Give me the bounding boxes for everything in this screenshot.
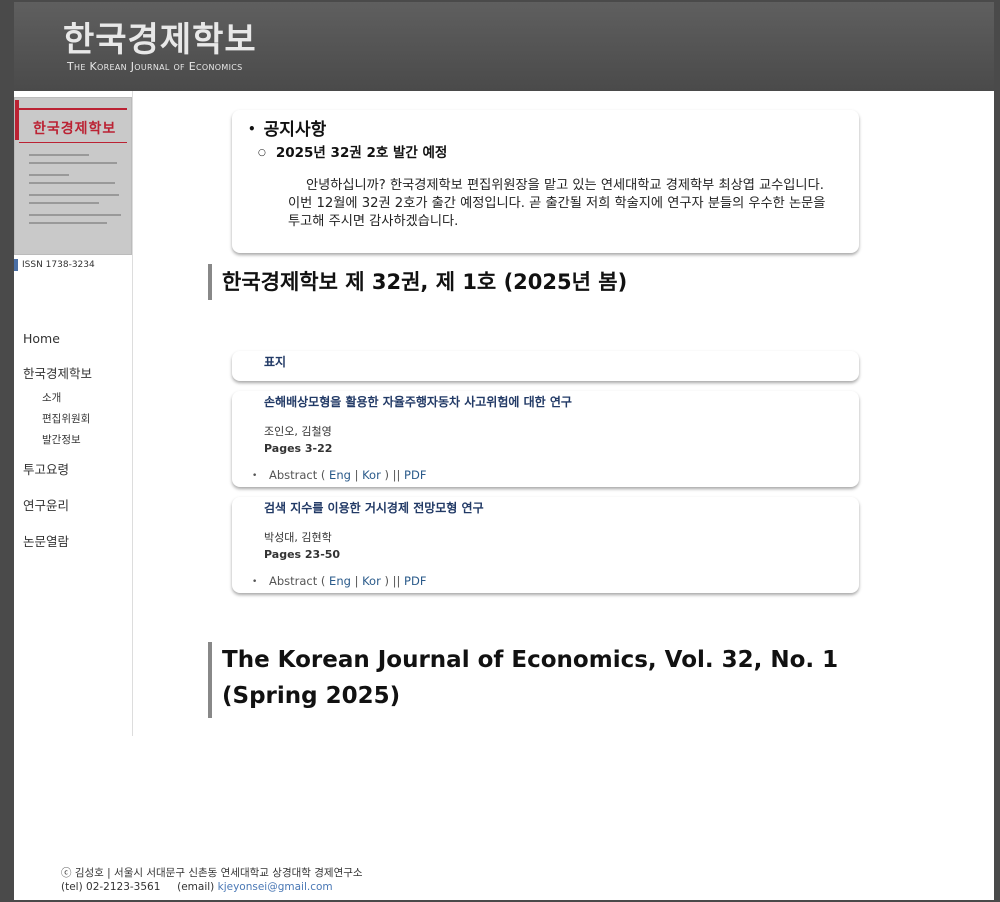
cover-text-line bbox=[29, 182, 115, 184]
abstract-eng-link[interactable]: Eng bbox=[329, 574, 351, 588]
logo-en-word: Korean bbox=[89, 60, 131, 73]
nav-intro[interactable]: 소개 bbox=[42, 390, 92, 405]
paper-pages: Pages 23-50 bbox=[264, 548, 341, 561]
footer-address: ⓒ 김성호 | 서울시 서대문구 신촌동 연세대학교 상경대학 경제연구소 bbox=[61, 867, 363, 879]
paper-authors: 박성대, 김현학 bbox=[264, 531, 332, 544]
footer-email-label: (email) bbox=[177, 881, 215, 893]
notice-body: 안녕하십니까? 한국경제학보 편집위원장을 맡고 있는 연세대학교 경제학부 최… bbox=[288, 178, 826, 229]
site-footer: ⓒ 김성호 | 서울시 서대문구 신촌동 연세대학교 상경대학 경제연구소 (t… bbox=[61, 866, 363, 894]
issue-title-korean: 한국경제학보 제 32권, 제 1호 (2025년 봄) bbox=[208, 264, 627, 300]
cover-red-bar bbox=[15, 100, 19, 140]
logo-en-word: of bbox=[173, 60, 189, 73]
pdf-link[interactable]: PDF bbox=[404, 468, 426, 482]
abstract-label: Abstract ( bbox=[268, 468, 326, 482]
nav-ethics[interactable]: 연구윤리 bbox=[23, 495, 92, 514]
nav-journal[interactable]: 한국경제학보 bbox=[23, 363, 92, 382]
notice-heading: 공지사항 bbox=[248, 115, 327, 140]
footer-contact: (tel) 02-2123-3561 (email) kjeyonsei@gma… bbox=[61, 880, 363, 894]
cover-card: 표지 bbox=[232, 351, 859, 381]
sidebar-nav: Home 한국경제학보 소개 편집위원회 발간정보 투고요령 연구윤리 논문열람 bbox=[23, 331, 92, 567]
paper-title-link[interactable]: 검색 지수를 이용한 거시경제 전망모형 연구 bbox=[264, 499, 484, 516]
journal-cover-image: 한국경제학보 bbox=[14, 97, 132, 255]
separator: ) || bbox=[384, 468, 401, 482]
logo-en-word: The bbox=[67, 60, 90, 73]
cover-red-line bbox=[19, 108, 127, 110]
notice-box: 공지사항 2025년 32권 2호 발간 예정 안녕하십니까? 한국경제학보 편… bbox=[232, 110, 859, 253]
cover-title: 한국경제학보 bbox=[33, 121, 117, 137]
nav-submission[interactable]: 투고요령 bbox=[23, 459, 92, 478]
nav-papers[interactable]: 논문열람 bbox=[23, 531, 92, 550]
cover-text-line bbox=[29, 214, 121, 216]
paper-card: 손해배상모형을 활용한 자율주행자동차 사고위험에 대한 연구 조인오, 김철영… bbox=[232, 391, 859, 487]
issue-title-english: The Korean Journal of Economics, Vol. 32… bbox=[208, 642, 868, 718]
separator: ) || bbox=[384, 574, 401, 588]
separator: | bbox=[354, 468, 359, 482]
footer-email-link[interactable]: kjeyonsei@gmail.com bbox=[218, 881, 333, 893]
notice-subheading: 2025년 32권 2호 발간 예정 bbox=[258, 141, 448, 161]
site-logo-korean[interactable]: 한국경제학보 bbox=[63, 12, 257, 61]
sidebar: 한국경제학보 ISSN 1738-3234 Home 한국경제학보 소개 편집위… bbox=[14, 91, 133, 736]
cover-text-line bbox=[29, 162, 117, 164]
issue-title-english-line1: The Korean Journal of Economics, Vol. 32… bbox=[222, 647, 839, 673]
paper-authors: 조인오, 김철영 bbox=[264, 425, 332, 438]
page-frame: 한국경제학보 The Korean Journal of Economics 한… bbox=[14, 2, 994, 900]
nav-editors[interactable]: 편집위원회 bbox=[42, 411, 92, 426]
abstract-links: Abstract ( Eng | Kor ) || PDF bbox=[252, 468, 426, 482]
abstract-links: Abstract ( Eng | Kor ) || PDF bbox=[252, 574, 426, 588]
logo-en-word: Journal bbox=[130, 60, 174, 73]
cover-text-line bbox=[29, 222, 107, 224]
paper-pages: Pages 3-22 bbox=[264, 442, 333, 455]
cover-text-line bbox=[29, 202, 99, 204]
abstract-kor-link[interactable]: Kor bbox=[362, 574, 381, 588]
abstract-eng-link[interactable]: Eng bbox=[329, 468, 351, 482]
cover-red-line bbox=[19, 142, 127, 143]
issue-title-english-line2: (Spring 2025) bbox=[222, 683, 401, 709]
cover-text-line bbox=[29, 174, 69, 176]
paper-title-link[interactable]: 손해배상모형을 활용한 자율주행자동차 사고위험에 대한 연구 bbox=[264, 393, 572, 410]
nav-publication[interactable]: 발간정보 bbox=[42, 432, 92, 447]
footer-tel: (tel) 02-2123-3561 bbox=[61, 881, 161, 893]
site-header: 한국경제학보 The Korean Journal of Economics bbox=[14, 2, 994, 91]
cover-link[interactable]: 표지 bbox=[264, 353, 286, 370]
cover-text-line bbox=[29, 194, 119, 196]
abstract-label: Abstract ( bbox=[268, 574, 326, 588]
logo-en-word: Economics bbox=[188, 60, 243, 73]
site-logo-english[interactable]: The Korean Journal of Economics bbox=[67, 60, 243, 73]
cover-text-line bbox=[29, 154, 89, 156]
nav-home[interactable]: Home bbox=[23, 331, 92, 346]
pdf-link[interactable]: PDF bbox=[404, 574, 426, 588]
abstract-kor-link[interactable]: Kor bbox=[362, 468, 381, 482]
paper-card: 검색 지수를 이용한 거시경제 전망모형 연구 박성대, 김현학 Pages 2… bbox=[232, 497, 859, 593]
issn-label: ISSN 1738-3234 bbox=[14, 259, 95, 271]
separator: | bbox=[354, 574, 359, 588]
